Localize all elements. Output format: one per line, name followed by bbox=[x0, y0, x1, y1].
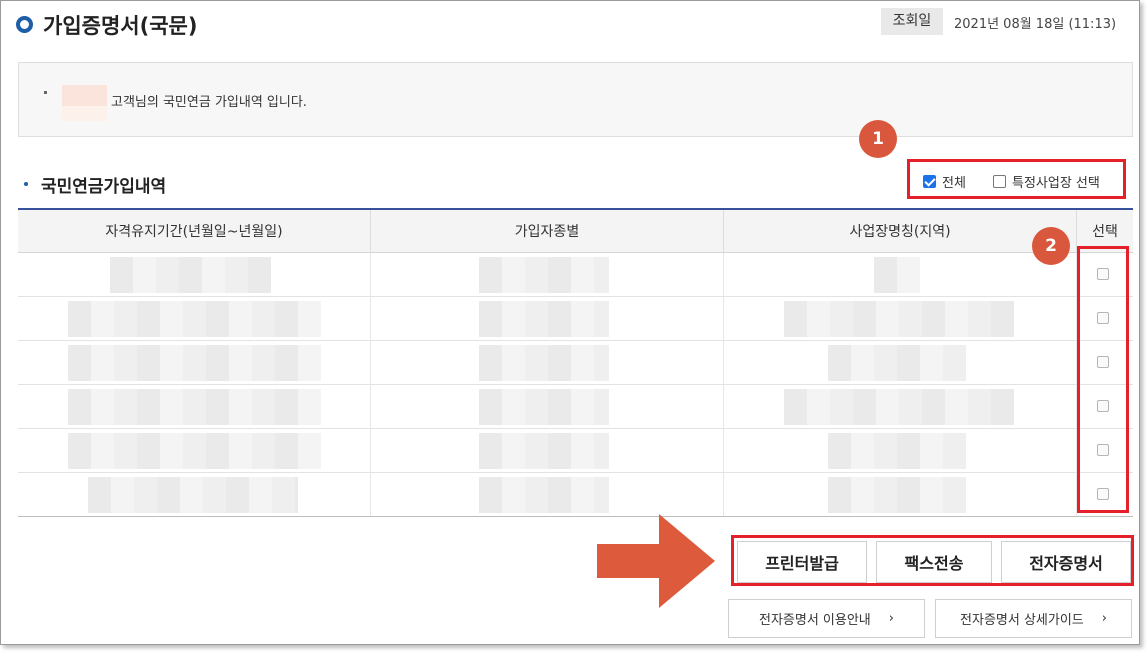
masked-cell bbox=[479, 433, 609, 469]
col-workplace: 사업장명칭(지역) bbox=[724, 210, 1077, 252]
notice-box: 고객님의 국민연금 가입내역 입니다. bbox=[18, 62, 1133, 137]
table-row bbox=[18, 385, 1133, 429]
ecert-guide-link[interactable]: 전자증명서 이용안내 › bbox=[728, 599, 925, 638]
masked-cell bbox=[479, 345, 609, 381]
table-header: 자격유지기간(년월일~년월일) 가입자종별 사업장명칭(지역) 선택 bbox=[18, 210, 1133, 253]
scope-options-highlight: 전체 특정사업장 선택 bbox=[907, 159, 1126, 199]
bullet-icon bbox=[44, 91, 47, 94]
certificate-panel: 가입증명서(국문) 조회일 2021년 08월 18일 (11:13) 고객님의… bbox=[0, 0, 1140, 645]
arrow-right-icon bbox=[597, 514, 715, 608]
chevron-right-icon: › bbox=[888, 611, 894, 626]
ecert-detail-guide-label: 전자증명서 상세가이드 bbox=[960, 613, 1084, 628]
table-row bbox=[18, 341, 1133, 385]
section-bullet-icon bbox=[24, 182, 28, 186]
chevron-right-icon: › bbox=[1101, 611, 1107, 626]
masked-cell bbox=[68, 433, 321, 469]
ecert-detail-guide-link[interactable]: 전자증명서 상세가이드 › bbox=[935, 599, 1132, 638]
issue-buttons-highlight: 프린터발급 팩스전송 전자증명서 bbox=[731, 535, 1134, 586]
masked-cell bbox=[88, 477, 298, 513]
print-button[interactable]: 프린터발급 bbox=[737, 541, 867, 583]
table-row bbox=[18, 429, 1133, 473]
title-circle-icon bbox=[16, 16, 33, 33]
section-title: 국민연금가입내역 bbox=[41, 177, 167, 197]
masked-name bbox=[62, 85, 107, 121]
notice-text: 고객님의 국민연금 가입내역 입니다. bbox=[111, 95, 307, 110]
masked-cell bbox=[828, 477, 966, 513]
ecert-button[interactable]: 전자증명서 bbox=[1001, 541, 1131, 583]
masked-cell bbox=[68, 389, 321, 425]
select-column-highlight bbox=[1077, 246, 1129, 513]
masked-cell bbox=[110, 257, 271, 293]
option-specific-label: 특정사업장 선택 bbox=[1012, 176, 1100, 191]
masked-cell bbox=[784, 301, 1014, 337]
date-value: 2021년 08월 18일 (11:13) bbox=[954, 17, 1117, 32]
all-checkbox[interactable] bbox=[923, 175, 936, 188]
enrollment-table: 자격유지기간(년월일~년월일) 가입자종별 사업장명칭(지역) 선택 bbox=[18, 208, 1133, 517]
masked-cell bbox=[68, 301, 321, 337]
masked-cell bbox=[874, 257, 920, 293]
masked-cell bbox=[479, 257, 609, 293]
masked-cell bbox=[479, 389, 609, 425]
table-row bbox=[18, 473, 1133, 517]
masked-cell bbox=[68, 345, 321, 381]
ecert-guide-label: 전자증명서 이용안내 bbox=[759, 613, 871, 628]
masked-cell bbox=[784, 389, 1014, 425]
date-label: 조회일 bbox=[881, 8, 943, 35]
step-badge-2: 2 bbox=[1032, 227, 1070, 265]
masked-cell bbox=[828, 345, 966, 381]
step-badge-1: 1 bbox=[859, 120, 897, 158]
col-period: 자격유지기간(년월일~년월일) bbox=[18, 210, 371, 252]
table-row bbox=[18, 297, 1133, 341]
specific-checkbox[interactable] bbox=[993, 175, 1006, 188]
masked-cell bbox=[479, 477, 609, 513]
fax-button[interactable]: 팩스전송 bbox=[876, 541, 992, 583]
option-specific[interactable]: 특정사업장 선택 bbox=[993, 172, 1100, 191]
col-type: 가입자종별 bbox=[371, 210, 724, 252]
option-all[interactable]: 전체 bbox=[923, 172, 966, 191]
page-title: 가입증명서(국문) bbox=[43, 14, 198, 38]
option-all-label: 전체 bbox=[942, 176, 966, 191]
table-row bbox=[18, 253, 1133, 297]
masked-cell bbox=[828, 433, 966, 469]
masked-cell bbox=[479, 301, 609, 337]
